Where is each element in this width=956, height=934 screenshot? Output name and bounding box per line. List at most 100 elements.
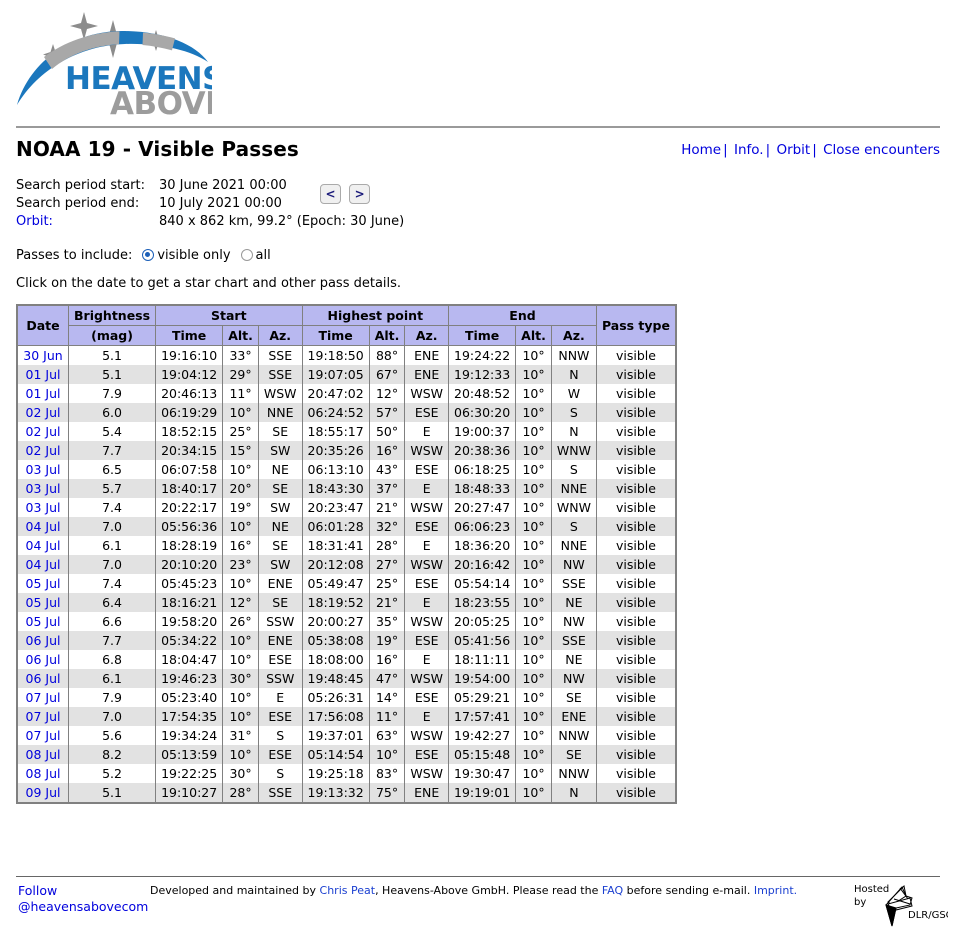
col-header-highest-az[interactable]: Az. xyxy=(404,325,450,346)
cell-date[interactable]: 03 Jul xyxy=(16,498,69,517)
radio-all-label[interactable]: all xyxy=(256,248,271,263)
cell-s_az: SE xyxy=(257,422,303,441)
cell-h_az: E xyxy=(404,650,450,669)
col-header-pass-type[interactable]: Pass type xyxy=(595,304,677,346)
cell-date[interactable]: 30 Jun xyxy=(16,345,69,365)
cell-date[interactable]: 06 Jul xyxy=(16,631,69,650)
cell-date[interactable]: 05 Jul xyxy=(16,574,69,593)
cell-h_time: 18:31:41 xyxy=(301,536,370,555)
hosted-by-logo[interactable]: Hosted by DLR/GSOC xyxy=(852,878,956,928)
cell-h_time: 06:24:52 xyxy=(301,403,370,422)
top-nav: Home | Info. | Orbit | Close encounters xyxy=(681,136,940,164)
table-row: 02 Jul 7.7 20:34:15 15° SW 20:35:26 16° WSW 20:3… xyxy=(16,441,677,460)
cell-h_az: WSW xyxy=(404,384,450,403)
cell-e_alt: 10° xyxy=(515,441,552,460)
cell-date[interactable]: 07 Jul xyxy=(16,707,69,726)
cell-e_alt: 10° xyxy=(515,384,552,403)
cell-date[interactable]: 04 Jul xyxy=(16,536,69,555)
cell-date[interactable]: 05 Jul xyxy=(16,593,69,612)
cell-date[interactable]: 01 Jul xyxy=(16,384,69,403)
cell-h_time: 19:25:18 xyxy=(301,764,370,783)
cell-s_alt: 10° xyxy=(222,460,259,479)
radio-visible-only[interactable] xyxy=(142,249,155,261)
cell-date[interactable]: 08 Jul xyxy=(16,745,69,764)
cell-date[interactable]: 02 Jul xyxy=(16,422,69,441)
nav-link-close-encounters[interactable]: Close encounters xyxy=(823,142,940,158)
cell-e_time: 19:30:47 xyxy=(448,764,517,783)
cell-s_az: S xyxy=(257,726,303,745)
cell-e_alt: 10° xyxy=(515,574,552,593)
orbit-label[interactable]: Orbit: xyxy=(16,214,159,232)
cell-e_alt: 10° xyxy=(515,593,552,612)
cell-s_alt: 10° xyxy=(222,574,259,593)
cell-s_alt: 10° xyxy=(222,688,259,707)
col-header-brightness[interactable]: Brightness xyxy=(67,304,157,326)
cell-h_az: ESE xyxy=(404,517,450,536)
cell-date[interactable]: 04 Jul xyxy=(16,517,69,536)
heavens-above-logo[interactable]: HEAVENS ABOVE xyxy=(12,4,226,122)
col-header-end-az[interactable]: Az. xyxy=(550,325,597,346)
cell-e_time: 17:57:41 xyxy=(448,707,517,726)
cell-date[interactable]: 06 Jul xyxy=(16,669,69,688)
cell-mag: 7.4 xyxy=(67,498,157,517)
previous-period-button[interactable]: < xyxy=(320,184,341,204)
col-header-highest-alt[interactable]: Alt. xyxy=(368,325,406,346)
col-header-end-time[interactable]: Time xyxy=(448,325,517,346)
cell-date[interactable]: 03 Jul xyxy=(16,460,69,479)
follow-label[interactable]: Follow xyxy=(18,883,148,899)
radio-all[interactable] xyxy=(240,249,253,261)
cell-type: visible xyxy=(595,536,677,555)
cell-h_alt: 10° xyxy=(368,745,406,764)
nav-link-orbit[interactable]: Orbit xyxy=(776,142,810,158)
cell-mag: 5.1 xyxy=(67,345,157,365)
cell-type: visible xyxy=(595,441,677,460)
cell-h_alt: 27° xyxy=(368,555,406,574)
cell-h_alt: 88° xyxy=(368,345,406,365)
credit-author-link[interactable]: Chris Peat xyxy=(320,884,376,897)
cell-e_az: S xyxy=(550,403,597,422)
credit-prefix: Developed and maintained by xyxy=(150,884,320,897)
cell-date[interactable]: 08 Jul xyxy=(16,764,69,783)
cell-e_time: 19:19:01 xyxy=(448,783,517,803)
cell-date[interactable]: 03 Jul xyxy=(16,479,69,498)
cell-h_time: 05:49:47 xyxy=(301,574,370,593)
table-row: 30 Jun 5.1 19:16:10 33° SSE 19:18:50 88° ENE 19:… xyxy=(16,345,677,365)
next-period-button[interactable]: > xyxy=(349,184,371,204)
cell-e_alt: 10° xyxy=(515,669,552,688)
cell-date[interactable]: 07 Jul xyxy=(16,688,69,707)
cell-date[interactable]: 02 Jul xyxy=(16,403,69,422)
cell-date[interactable]: 01 Jul xyxy=(16,365,69,384)
cell-e_az: NW xyxy=(550,555,597,574)
cell-e_az: SSE xyxy=(550,574,597,593)
col-header-start-alt[interactable]: Alt. xyxy=(222,325,259,346)
cell-mag: 5.1 xyxy=(67,365,157,384)
cell-e_az: WNW xyxy=(550,498,597,517)
cell-date[interactable]: 07 Jul xyxy=(16,726,69,745)
twitter-handle[interactable]: @heavensabovecom xyxy=(18,899,148,915)
imprint-link[interactable]: Imprint. xyxy=(754,884,797,897)
cell-date[interactable]: 05 Jul xyxy=(16,612,69,631)
nav-link-home[interactable]: Home xyxy=(681,142,721,158)
col-header-start-az[interactable]: Az. xyxy=(257,325,303,346)
radio-visible-only-label[interactable]: visible only xyxy=(157,248,230,263)
cell-h_alt: 25° xyxy=(368,574,406,593)
cell-h_time: 20:35:26 xyxy=(301,441,370,460)
cell-mag: 7.9 xyxy=(67,384,157,403)
col-header-start-time[interactable]: Time xyxy=(155,325,224,346)
cell-date[interactable]: 02 Jul xyxy=(16,441,69,460)
cell-s_az: E xyxy=(257,688,303,707)
cell-date[interactable]: 06 Jul xyxy=(16,650,69,669)
cell-e_time: 06:30:20 xyxy=(448,403,517,422)
faq-link[interactable]: FAQ xyxy=(602,884,623,897)
cell-e_az: SE xyxy=(550,688,597,707)
cell-e_time: 19:12:33 xyxy=(448,365,517,384)
cell-date[interactable]: 04 Jul xyxy=(16,555,69,574)
col-header-highest-time[interactable]: Time xyxy=(301,325,370,346)
nav-link-info[interactable]: Info. xyxy=(734,142,764,158)
cell-mag: 6.0 xyxy=(67,403,157,422)
cell-type: visible xyxy=(595,460,677,479)
credit-suffix: before sending e-mail. xyxy=(623,884,754,897)
col-header-end-alt[interactable]: Alt. xyxy=(515,325,552,346)
col-header-date[interactable]: Date xyxy=(16,304,69,346)
cell-date[interactable]: 09 Jul xyxy=(16,783,69,803)
